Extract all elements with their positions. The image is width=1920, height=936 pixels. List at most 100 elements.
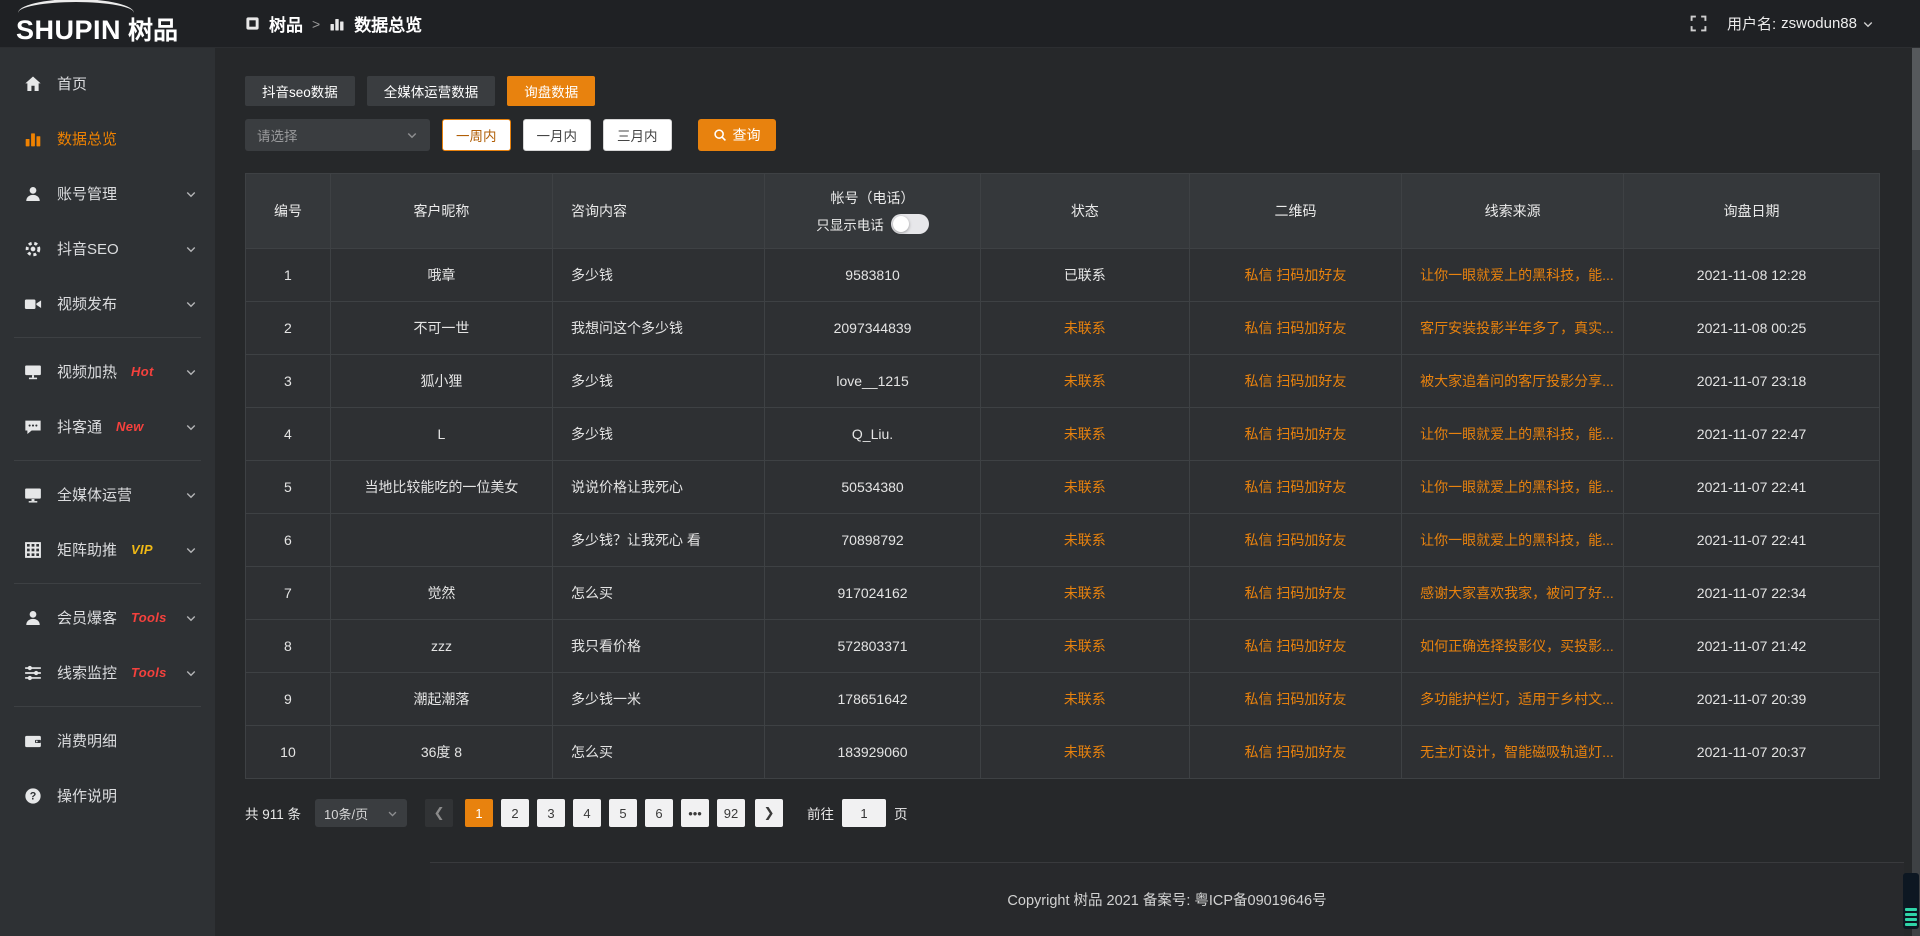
chevron-down-icon (185, 421, 197, 433)
sidebar-item-member-blast[interactable]: 会员爆客Tools (0, 590, 215, 645)
query-button[interactable]: 查询 (698, 119, 776, 151)
sidebar-item-video-publish[interactable]: 视频发布 (0, 276, 215, 331)
qr-add-friend-link[interactable]: 私信 扫码加好友 (1190, 249, 1402, 301)
cell-nickname (331, 514, 553, 566)
sidebar-item-media-operation[interactable]: 全媒体运营 (0, 467, 215, 522)
logo-arc (18, 0, 134, 13)
qr-add-friend-link[interactable]: 私信 扫码加好友 (1190, 514, 1402, 566)
page-size-select[interactable]: 10条/页 (315, 799, 407, 827)
breadcrumb-root[interactable]: 树品 (269, 11, 303, 36)
cell-content: 多少钱一米 (553, 673, 765, 725)
cell-date: 2021-11-07 22:34 (1624, 567, 1879, 619)
prev-page-button[interactable]: ❮ (425, 799, 453, 827)
lead-source-link[interactable]: 被大家追着问的客厅投影分享... (1402, 355, 1624, 407)
goto-page-input[interactable]: 1 (842, 799, 886, 827)
app-icon (245, 16, 260, 31)
page-button-2[interactable]: 2 (501, 799, 529, 827)
help-icon: ? (24, 787, 42, 805)
cell-id: 3 (246, 355, 331, 407)
sidebar-item-douyin-seo[interactable]: 抖音SEO (0, 221, 215, 276)
qr-add-friend-link[interactable]: 私信 扫码加好友 (1190, 726, 1402, 778)
cell-account: 178651642 (765, 673, 981, 725)
lead-source-link[interactable]: 客厅安装投影半年多了，真实... (1402, 302, 1624, 354)
cell-content: 怎么买 (553, 567, 765, 619)
lead-source-link[interactable]: 让你一眼就爱上的黑科技，能... (1402, 249, 1624, 301)
page-button-5[interactable]: 5 (609, 799, 637, 827)
tab-media-operation-data[interactable]: 全媒体运营数据 (367, 76, 496, 106)
lead-source-link[interactable]: 让你一眼就爱上的黑科技，能... (1402, 408, 1624, 460)
account-select[interactable]: 请选择 (245, 119, 430, 151)
page-button-92[interactable]: 92 (717, 799, 745, 827)
range-button-month[interactable]: 一月内 (523, 119, 592, 151)
sidebar-item-operation-guide[interactable]: ? 操作说明 (0, 768, 215, 823)
media-icon (24, 486, 42, 504)
breadcrumb-separator: > (312, 16, 320, 32)
sidebar-item-video-heat[interactable]: 视频加热Hot (0, 344, 215, 399)
lead-source-link[interactable]: 多功能护栏灯，适用于乡村文... (1402, 673, 1624, 725)
sidebar-item-label: 数据总览 (57, 128, 117, 149)
cell-date: 2021-11-08 00:25 (1624, 302, 1879, 354)
range-button-quarter[interactable]: 三月内 (603, 119, 672, 151)
logo: SHUPIN 树品 (0, 1, 215, 47)
fullscreen-icon[interactable] (1690, 15, 1707, 32)
table-row: 1哦章多少钱9583810已联系私信 扫码加好友让你一眼就爱上的黑科技，能...… (246, 248, 1879, 301)
copyright-text: Copyright 树品 2021 备案号: 粤ICP备09019646号 (1007, 889, 1326, 910)
cell-id: 7 (246, 567, 331, 619)
sidebar-item-label: 线索监控 (57, 662, 117, 683)
cell-date: 2021-11-07 20:37 (1624, 726, 1879, 778)
page-button-6[interactable]: 6 (645, 799, 673, 827)
sidebar-item-label: 账号管理 (57, 183, 117, 204)
sidebar-item-matrix-boost[interactable]: 矩阵助推VIP (0, 522, 215, 577)
page-button-4[interactable]: 4 (573, 799, 601, 827)
qr-add-friend-link[interactable]: 私信 扫码加好友 (1190, 567, 1402, 619)
sidebar-divider (14, 706, 201, 707)
sidebar-item-consumption-detail[interactable]: 消费明细 (0, 713, 215, 768)
page-button-3[interactable]: 3 (537, 799, 565, 827)
chevron-down-icon (185, 489, 197, 501)
tab-inquiry-data[interactable]: 询盘数据 (507, 76, 595, 106)
cell-status: 未联系 (981, 302, 1190, 354)
qr-add-friend-link[interactable]: 私信 扫码加好友 (1190, 673, 1402, 725)
page-scrollbar[interactable] (1912, 0, 1920, 936)
user-menu[interactable]: 用户名: zswodun88 (1727, 13, 1874, 34)
search-icon (713, 128, 727, 142)
sidebar-item-home[interactable]: 首页 (0, 56, 215, 111)
sidebar-item-leads-monitor[interactable]: 线索监控Tools (0, 645, 215, 700)
sidebar-item-label: 操作说明 (57, 785, 117, 806)
column-header-id: 编号 (246, 174, 331, 248)
sidebar-item-label: 视频加热 (57, 361, 117, 382)
cell-nickname: 觉然 (331, 567, 553, 619)
next-page-button[interactable]: ❯ (755, 799, 783, 827)
phone-only-toggle[interactable] (891, 214, 929, 234)
home-icon (24, 75, 42, 93)
page-ellipsis-button[interactable]: ••• (681, 799, 709, 827)
lead-source-link[interactable]: 让你一眼就爱上的黑科技，能... (1402, 514, 1624, 566)
chart-icon (24, 130, 42, 148)
qr-add-friend-link[interactable]: 私信 扫码加好友 (1190, 620, 1402, 672)
chevron-down-icon (1862, 18, 1874, 30)
cell-id: 2 (246, 302, 331, 354)
range-button-week[interactable]: 一周内 (442, 119, 511, 151)
member-icon (24, 609, 42, 627)
lead-source-link[interactable]: 如何正确选择投影仪，买投影... (1402, 620, 1624, 672)
sidebar-item-account-management[interactable]: 账号管理 (0, 166, 215, 221)
qr-add-friend-link[interactable]: 私信 扫码加好友 (1190, 408, 1402, 460)
cell-date: 2021-11-07 22:47 (1624, 408, 1879, 460)
cell-status: 未联系 (981, 408, 1190, 460)
table-row: 3狐小狸多少钱love__1215未联系私信 扫码加好友被大家追着问的客厅投影分… (246, 354, 1879, 407)
wallet-icon (24, 732, 42, 750)
cell-status: 未联系 (981, 461, 1190, 513)
sidebar-item-data-overview[interactable]: 数据总览 (0, 111, 215, 166)
qr-add-friend-link[interactable]: 私信 扫码加好友 (1190, 461, 1402, 513)
sidebar-item-douketong[interactable]: 抖客通New (0, 399, 215, 454)
chevron-down-icon (387, 808, 398, 819)
main-content: 抖音seo数据全媒体运营数据询盘数据 请选择 一周内一月内三月内 查询 编号客户… (215, 48, 1912, 936)
lead-source-link[interactable]: 无主灯设计，智能磁吸轨道灯... (1402, 726, 1624, 778)
qr-add-friend-link[interactable]: 私信 扫码加好友 (1190, 355, 1402, 407)
lead-source-link[interactable]: 让你一眼就爱上的黑科技，能... (1402, 461, 1624, 513)
tab-douyin-seo-data[interactable]: 抖音seo数据 (245, 76, 355, 106)
page-button-1[interactable]: 1 (465, 799, 493, 827)
lead-source-link[interactable]: 感谢大家喜欢我家，被问了好... (1402, 567, 1624, 619)
qr-add-friend-link[interactable]: 私信 扫码加好友 (1190, 302, 1402, 354)
cell-date: 2021-11-08 12:28 (1624, 249, 1879, 301)
